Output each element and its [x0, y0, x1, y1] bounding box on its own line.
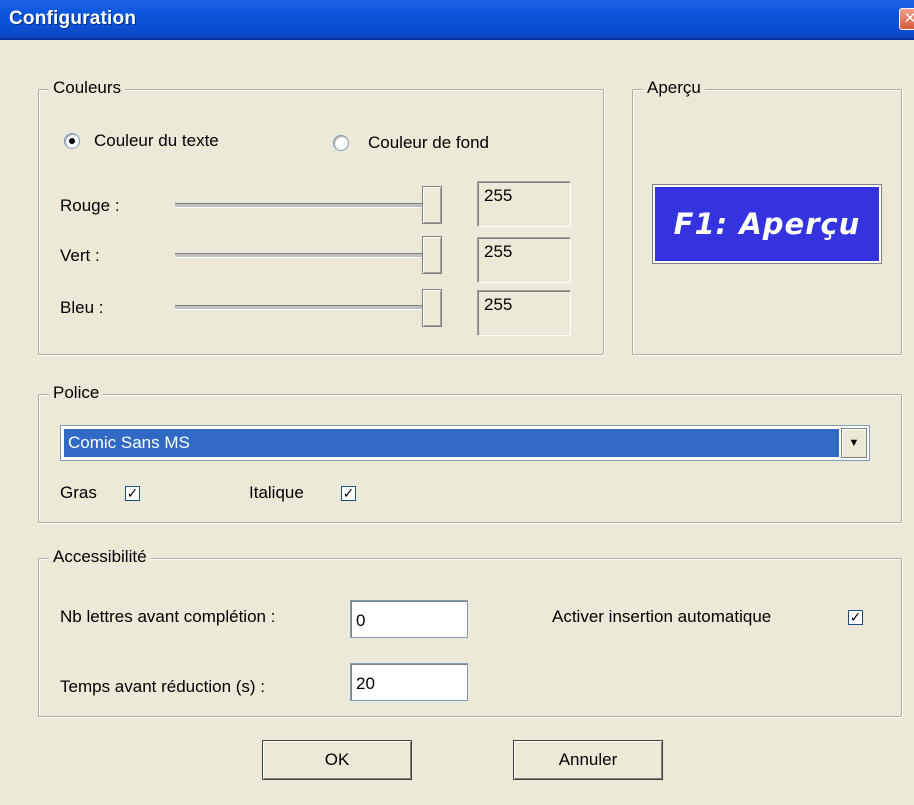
text-color-radio[interactable]: [64, 133, 80, 149]
auto-insert-checkbox[interactable]: ✓: [848, 610, 863, 625]
close-icon: ✕: [903, 10, 914, 27]
blue-slider-thumb[interactable]: [422, 289, 442, 327]
auto-insert-label: Activer insertion automatique: [552, 607, 772, 626]
font-select[interactable]: Comic Sans MS ▼: [60, 425, 870, 461]
green-value-field: 255: [477, 237, 571, 283]
font-select-value: Comic Sans MS: [64, 429, 839, 457]
red-slider-track[interactable]: [175, 203, 441, 208]
chevron-down-icon: ▼: [848, 437, 860, 449]
red-value-field: 255: [477, 181, 571, 227]
colors-group-label: Couleurs: [49, 78, 126, 98]
window-title: Configuration: [9, 8, 137, 29]
cancel-button[interactable]: Annuler: [513, 740, 663, 780]
letters-before-completion-input[interactable]: [350, 600, 468, 638]
green-slider-label: Vert :: [60, 246, 100, 265]
green-slider-track[interactable]: [175, 253, 441, 258]
ok-button[interactable]: OK: [262, 740, 412, 780]
check-icon: ✓: [849, 609, 862, 625]
configuration-dialog: Configuration ✕ Couleurs Couleur du text…: [0, 0, 914, 805]
red-slider-thumb[interactable]: [422, 186, 442, 224]
text-color-radio-label[interactable]: Couleur du texte: [94, 131, 219, 151]
font-select-dropdown-button[interactable]: ▼: [841, 428, 867, 458]
red-slider-label: Rouge :: [60, 196, 120, 215]
accessibility-group-label: Accessibilité: [49, 547, 151, 567]
time-before-reduction-input[interactable]: [350, 663, 468, 701]
preview-group-label: Aperçu: [643, 78, 705, 98]
bold-checkbox-label: Gras: [60, 483, 97, 502]
italic-checkbox-label: Italique: [249, 483, 304, 502]
title-bar[interactable]: Configuration ✕: [0, 0, 914, 40]
blue-slider-track[interactable]: [175, 305, 441, 310]
check-icon: ✓: [126, 485, 139, 501]
time-before-reduction-label: Temps avant réduction (s) :: [60, 677, 266, 696]
preview-box: F1: Aperçu: [653, 185, 881, 263]
blue-value-field: 255: [477, 290, 571, 336]
green-slider-thumb[interactable]: [422, 236, 442, 274]
bold-checkbox[interactable]: ✓: [125, 486, 140, 501]
background-color-radio-label[interactable]: Couleur de fond: [368, 133, 489, 153]
check-icon: ✓: [342, 485, 355, 501]
letters-before-completion-label: Nb lettres avant complétion :: [60, 607, 276, 626]
blue-slider-label: Bleu :: [60, 298, 104, 317]
font-group-label: Police: [49, 383, 104, 403]
background-color-radio[interactable]: [333, 135, 349, 151]
italic-checkbox[interactable]: ✓: [341, 486, 356, 501]
close-button[interactable]: ✕: [899, 8, 914, 30]
